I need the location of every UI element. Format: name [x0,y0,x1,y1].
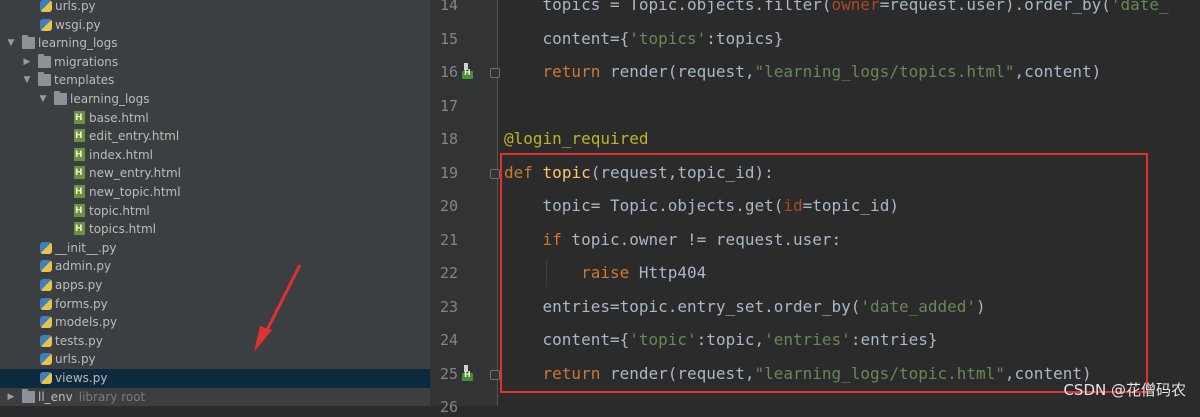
tree-item[interactable]: wsgi.py [0,16,430,35]
code-line[interactable]: content={'topics':topics} [504,22,784,56]
tree-item[interactable]: apps.py [0,276,430,295]
line-number: 18 [439,130,458,148]
python-file-icon [40,241,52,254]
watermark: CSDN @花僧码农 [1063,381,1186,399]
code-line[interactable]: topics = Topic.objects.filter(owner=requ… [504,0,1169,22]
folder-icon [38,53,51,68]
tree-item-label: urls.py [55,352,96,367]
folder-icon [22,35,35,50]
line-number: 23 [439,297,458,316]
python-file-icon [40,372,52,384]
tree-item-label: new_topic.html [89,185,181,199]
tree-item-label: admin.py [55,259,112,274]
tree-item-label: templates [54,73,115,88]
html-file-icon [74,220,85,239]
project-tree: urls.py wsgi.py ▼ learning_logs ▶ migrations ▼… [0,0,430,406]
chevron-right-icon[interactable]: ▶ [22,53,32,72]
html-file-icon [74,109,85,127]
tree-item[interactable]: tests.py [0,332,430,351]
tree-item-label: topics.html [89,222,156,237]
tree-item[interactable]: topic.html [0,202,430,220]
code-line[interactable]: return render(request,"learning_logs/top… [504,55,1102,89]
chevron-down-icon[interactable]: ▼ [6,34,16,53]
tree-item[interactable]: index.html [0,146,430,164]
python-file-icon [40,353,52,366]
tree-item-label: index.html [89,147,153,162]
python-file-icon [40,260,52,273]
chevron-right-icon[interactable]: ▶ [6,388,16,406]
line-number: 26 [439,398,458,416]
tree-item[interactable]: base.html [0,109,430,127]
chevron-down-icon[interactable]: ▼ [22,71,32,90]
gutter-marker-icon[interactable] [462,63,482,79]
line-number: 16 [439,63,458,81]
tree-item[interactable]: ▼ learning_logs [0,34,430,53]
folder-icon [54,91,67,105]
line-number: 17 [439,96,458,115]
html-file-icon [74,183,85,202]
tree-item[interactable]: new_entry.html [0,164,430,183]
tree-item-label: apps.py [55,278,103,292]
python-file-icon [40,334,52,347]
highlight-box [500,153,1148,393]
tree-item[interactable]: urls.py [0,350,430,369]
tree-item-suffix: library root [78,389,146,404]
tree-item[interactable]: ▶ migrations [0,53,430,72]
tree-item-label: base.html [89,110,149,125]
folder-icon [38,72,51,87]
tree-item-label: __init__.py [55,240,117,255]
code-line[interactable]: @login_required [504,122,649,156]
line-number: 19 [439,163,458,182]
line-number: 14 [439,0,458,14]
tree-item-label: migrations [54,54,119,69]
html-file-icon [74,202,85,220]
tree-item-label: wsgi.py [55,17,101,32]
tree-item-label: models.py [55,315,118,330]
tree-item[interactable]: admin.py [0,257,430,276]
tree-item-label: ll_env library root [38,389,146,404]
python-file-icon [40,297,52,310]
tree-item[interactable]: edit_entry.html [0,127,430,146]
html-file-icon [74,164,85,183]
python-file-icon [40,316,52,329]
line-number: 15 [439,29,458,48]
tree-item-label: forms.py [55,296,108,311]
tree-item-label: views.py [55,371,108,385]
tree-item[interactable]: ▼ templates [0,71,430,90]
python-file-icon [40,0,52,12]
python-file-icon [40,279,52,291]
red-arrow-annotation [254,264,302,352]
line-number: 21 [439,230,458,249]
html-file-icon [74,127,85,146]
tree-item[interactable]: new_topic.html [0,183,430,202]
tree-item-label: new_entry.html [89,166,181,181]
line-number: 20 [439,197,458,215]
tree-item-label: learning_logs [38,36,118,51]
line-number: 25 [439,364,458,383]
tree-item[interactable]: __init__.py [0,239,430,258]
tree-item[interactable]: models.py [0,313,430,332]
python-file-icon [40,18,52,31]
tree-item[interactable]: ▼ learning_logs [0,90,430,109]
tree-item-label: urls.py [55,0,96,13]
tree-item[interactable]: ▶ ll_env library root [0,388,430,406]
line-number: 22 [439,264,458,282]
tree-item-label: edit_entry.html [89,129,180,144]
tree-item[interactable]: views.py [0,369,430,388]
chevron-down-icon[interactable]: ▼ [38,90,48,109]
html-file-icon [74,146,85,164]
tree-item-label: tests.py [55,333,103,348]
tree-item-label: learning_logs [70,92,150,106]
tree-item[interactable]: topics.html [0,220,430,239]
folder-icon [22,388,35,403]
line-number: 24 [439,331,458,349]
tree-item[interactable]: urls.py [0,0,430,16]
tree-item[interactable]: forms.py [0,295,430,314]
gutter-marker-icon[interactable] [462,364,482,381]
tree-item-label: topic.html [89,203,150,218]
